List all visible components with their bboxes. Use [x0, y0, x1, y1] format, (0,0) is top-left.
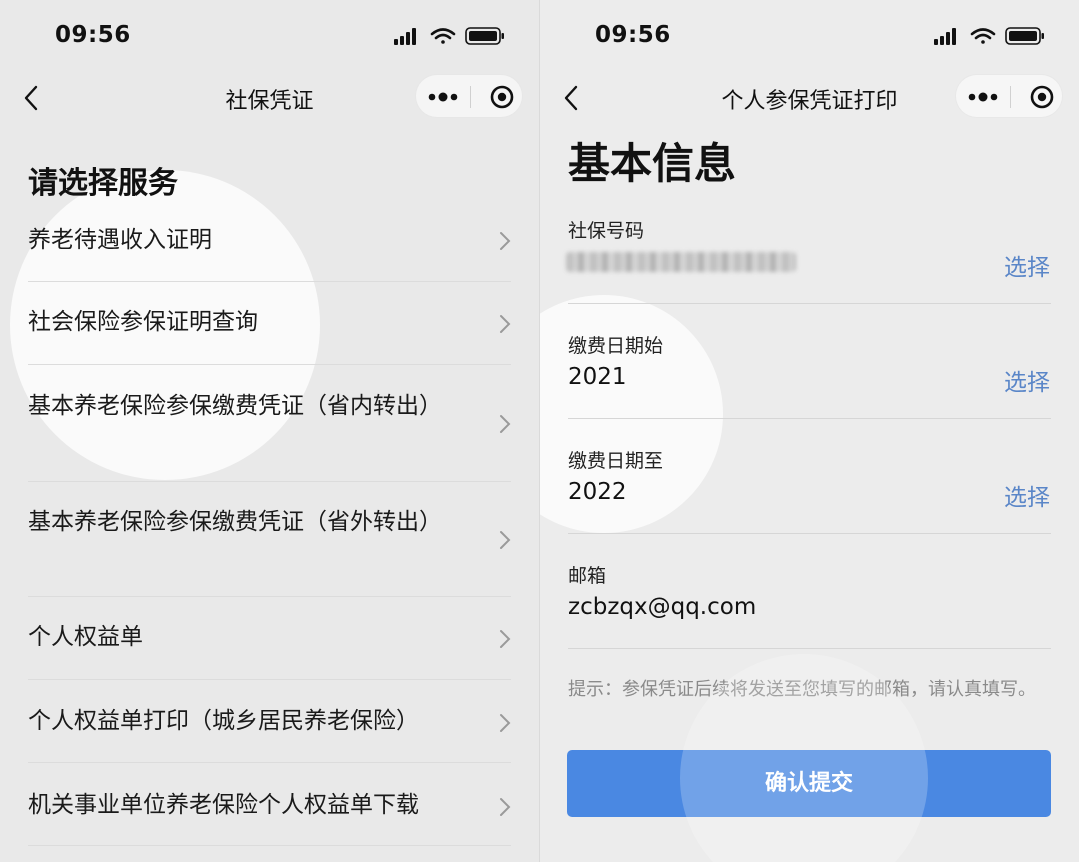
field-divider: [568, 648, 1051, 649]
chevron-right-icon: [500, 415, 511, 433]
chevron-right-icon: [500, 315, 511, 333]
email-field[interactable]: zcbzqx@qq.com: [568, 594, 756, 620]
list-item[interactable]: 机关事业单位养老保险个人权益单下载: [0, 763, 539, 846]
email-label: 邮箱: [568, 565, 607, 587]
list-item-label: 养老待遇收入证明: [28, 227, 212, 253]
end-date-value: 2022: [568, 479, 627, 505]
end-date-select-button[interactable]: 选择: [1004, 478, 1050, 512]
wifi-icon: [970, 28, 996, 44]
list-item[interactable]: 社会保险参保证明查询: [0, 282, 539, 365]
chevron-right-icon: [500, 714, 511, 732]
chevron-right-icon: [500, 630, 511, 648]
status-bar: 09:56: [540, 0, 1079, 70]
wifi-icon: [430, 28, 456, 44]
status-time: 09:56: [595, 22, 671, 48]
list-item-label: 个人权益单打印（城乡居民养老保险）: [28, 708, 419, 734]
signal-icon: [394, 28, 416, 45]
ssn-value-redacted: [566, 252, 796, 272]
ssn-label: 社保号码: [568, 220, 645, 242]
field-divider: [568, 418, 1051, 419]
close-target-icon[interactable]: [471, 75, 524, 119]
nav-bar: 社保凭证: [0, 70, 539, 126]
more-dots-icon[interactable]: [416, 75, 470, 119]
chevron-right-icon: [500, 798, 511, 816]
start-date-select-button[interactable]: 选择: [1004, 363, 1050, 397]
close-target-icon[interactable]: [1011, 75, 1064, 119]
section-title: 请选择服务: [28, 166, 178, 201]
list-item-label: 基本养老保险参保缴费凭证（省内转出）: [28, 393, 442, 419]
battery-icon: [1005, 27, 1044, 45]
list-item[interactable]: 基本养老保险参保缴费凭证（省内转出）: [0, 365, 539, 482]
list-item-label: 社会保险参保证明查询: [28, 309, 258, 335]
mini-program-capsule: [415, 74, 523, 118]
right-screen: 09:56 个人参保凭证打印 基本信息 社保号码 选择 缴费日期始 2021 选…: [540, 0, 1079, 862]
status-bar: 09:56: [0, 0, 539, 70]
list-item-label: 个人权益单: [28, 624, 143, 650]
start-date-label: 缴费日期始: [568, 335, 664, 357]
list-item[interactable]: 养老待遇收入证明: [0, 200, 539, 282]
list-item[interactable]: 基本养老保险参保缴费凭证（省外转出）: [0, 482, 539, 597]
system-icons: [934, 27, 1044, 45]
start-date-value: 2021: [568, 364, 627, 390]
left-screen: 09:56 社保凭证 请选择服务 养老待遇收入证明 社会保险参保证明查询 基本养…: [0, 0, 539, 862]
battery-icon: [465, 27, 504, 45]
ssn-select-button[interactable]: 选择: [1004, 248, 1050, 282]
end-date-label: 缴费日期至: [568, 450, 664, 472]
list-item[interactable]: 个人权益单: [0, 597, 539, 680]
field-divider: [568, 303, 1051, 304]
signal-icon: [934, 28, 956, 45]
chevron-right-icon: [500, 531, 511, 549]
chevron-right-icon: [500, 232, 511, 250]
field-divider: [568, 533, 1051, 534]
nav-bar: 个人参保凭证打印: [540, 70, 1079, 126]
more-dots-icon[interactable]: [956, 75, 1010, 119]
list-item-label: 机关事业单位养老保险个人权益单下载: [28, 792, 419, 818]
mini-program-capsule: [955, 74, 1063, 118]
list-item[interactable]: 个人权益单打印（城乡居民养老保险）: [0, 680, 539, 763]
system-icons: [394, 27, 504, 45]
page-title: 基本信息: [568, 139, 737, 188]
list-divider: [28, 845, 511, 846]
status-time: 09:56: [55, 22, 131, 48]
list-item-label: 基本养老保险参保缴费凭证（省外转出）: [28, 509, 442, 535]
